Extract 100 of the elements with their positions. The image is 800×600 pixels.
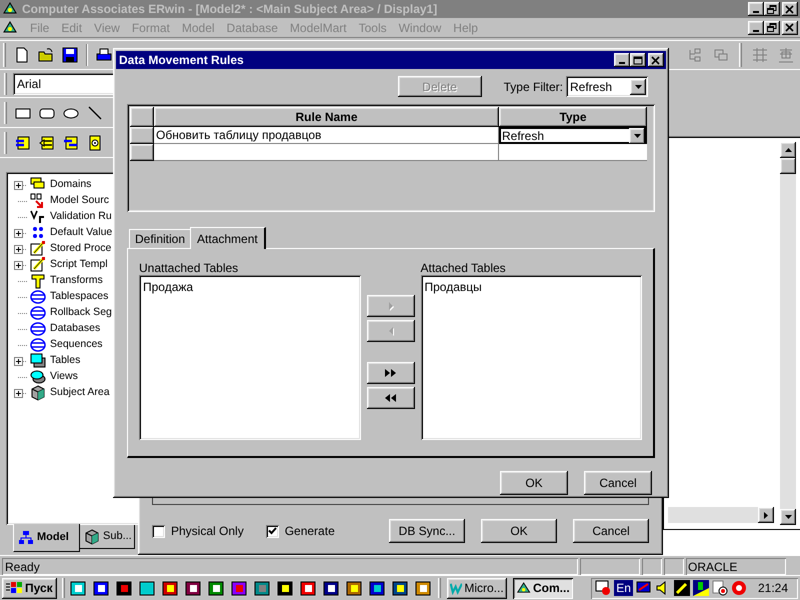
horizontal-scrollbar[interactable] [668, 507, 774, 523]
move-button[interactable] [366, 320, 414, 342]
type-filter-dropdown[interactable]: Refresh [566, 76, 648, 98]
move-button[interactable] [366, 387, 414, 410]
expand-icon[interactable] [14, 180, 27, 190]
checkbox[interactable]: Physical Only [152, 522, 244, 540]
document-icon[interactable] [2, 20, 18, 36]
row-header[interactable] [130, 127, 154, 144]
checkbox-box[interactable] [152, 524, 165, 538]
dialog-button[interactable]: OK [481, 519, 557, 543]
table-cell[interactable]: Обновить таблицу продавцов [154, 127, 499, 144]
view-tab[interactable]: Sub... [80, 525, 135, 549]
scheduler-icon[interactable] [595, 580, 612, 596]
expand-icon[interactable] [14, 388, 27, 398]
tree-item-label[interactable]: Tablespaces [50, 289, 108, 305]
dialog-button[interactable]: Cancel [584, 470, 652, 495]
tree-item-label[interactable]: Sequences [50, 337, 103, 353]
table-list[interactable]: Продавцы [420, 275, 642, 440]
quick-launch-icon[interactable] [116, 580, 133, 596]
child-minimize-button[interactable] [748, 20, 764, 34]
quick-launch-icon[interactable] [276, 580, 294, 596]
type-cell-dropdown[interactable]: Refresh [499, 127, 647, 144]
expand-icon[interactable] [14, 260, 27, 270]
table-cell[interactable] [154, 144, 499, 162]
checkbox-box[interactable] [266, 524, 279, 538]
open-folder-icon[interactable] [38, 47, 54, 63]
tree-item-label[interactable]: Stored Proce [50, 241, 112, 257]
quick-launch-icon[interactable] [184, 580, 202, 596]
printer-icon[interactable] [96, 47, 112, 63]
quick-launch-icon[interactable] [70, 580, 87, 596]
quick-launch-icon[interactable] [230, 580, 248, 596]
minimize-button[interactable] [748, 2, 764, 16]
scroll-up-button[interactable] [780, 142, 796, 158]
move-both-icon[interactable] [63, 134, 79, 150]
move-button[interactable] [366, 362, 414, 384]
flower-icon[interactable] [730, 580, 747, 596]
table-list[interactable]: Продажа [139, 275, 360, 440]
scroll-right-button[interactable] [758, 507, 774, 523]
child-restore-button[interactable] [764, 20, 780, 34]
move-button[interactable] [366, 295, 414, 318]
language-indicator[interactable]: En [614, 580, 633, 596]
quick-launch-icon[interactable] [392, 580, 409, 596]
start-button[interactable]: Пуск [2, 578, 57, 598]
expand-icon[interactable] [14, 356, 27, 366]
scroll-thumb[interactable] [780, 158, 796, 174]
row-header[interactable] [130, 144, 154, 162]
taskbar-button[interactable]: Micro... [446, 578, 507, 598]
quick-launch-icon[interactable] [162, 580, 179, 596]
tree-item-label[interactable]: Default Value [50, 225, 112, 241]
dropdown-button[interactable] [630, 78, 646, 95]
vertical-scrollbar[interactable] [780, 142, 796, 525]
diagram-canvas[interactable] [660, 136, 800, 555]
dialog-button[interactable]: OK [500, 470, 568, 495]
quick-launch-icon[interactable] [346, 580, 363, 596]
close-button[interactable] [782, 2, 798, 16]
quick-launch-icon[interactable] [208, 580, 225, 596]
record-icon[interactable] [712, 580, 728, 596]
view-tab[interactable]: Model [13, 524, 80, 552]
quick-launch-icon[interactable] [322, 580, 340, 596]
expand-icon[interactable] [14, 244, 27, 254]
restore-button[interactable] [764, 2, 780, 16]
quick-launch-icon[interactable] [368, 580, 386, 596]
tree-item-label[interactable]: Model Sourc [50, 193, 109, 209]
quick-launch-icon[interactable] [92, 580, 110, 596]
child-close-button[interactable] [782, 20, 798, 34]
forward-move-icon[interactable] [15, 134, 31, 150]
tree-item-label[interactable]: Transforms [50, 273, 103, 289]
line-tool-icon[interactable] [87, 104, 103, 120]
back-move-icon[interactable] [39, 134, 55, 150]
list-item[interactable]: Продавцы [424, 278, 638, 294]
cell-dropdown-button[interactable] [629, 128, 645, 144]
checkbox[interactable]: Generate [266, 522, 335, 540]
dialog-button[interactable]: DB Sync... [389, 519, 465, 543]
dialog-minimize-button[interactable] [614, 53, 630, 67]
save-icon[interactable] [62, 47, 78, 63]
wrench-icon[interactable] [674, 580, 690, 596]
target-icon[interactable] [87, 134, 103, 150]
tree-item-label[interactable]: Script Templ [50, 257, 108, 273]
scroll-down-button[interactable] [780, 509, 796, 525]
tree-item-label[interactable]: Validation Ru [50, 209, 112, 225]
table-cell[interactable] [499, 144, 647, 162]
tree-item-label[interactable]: Domains [50, 177, 92, 193]
tree-item-label[interactable]: Subject Area [50, 385, 110, 401]
tree-item-label[interactable]: Views [50, 369, 78, 385]
quick-launch-icon[interactable] [300, 580, 317, 596]
new-file-icon[interactable] [14, 47, 30, 63]
tree-item-label[interactable]: Databases [50, 321, 100, 337]
expand-icon[interactable] [14, 228, 27, 238]
taskbar-button[interactable]: Com... [512, 578, 573, 598]
network-icon[interactable] [692, 580, 709, 596]
quick-launch-icon[interactable] [138, 580, 156, 596]
list-item[interactable]: Продажа [143, 278, 356, 294]
dialog-close-button[interactable] [648, 53, 664, 67]
tree-item-label[interactable]: Rollback Seg [50, 305, 112, 321]
tab[interactable]: Attachment [190, 227, 266, 250]
quick-launch-icon[interactable] [254, 580, 271, 596]
quick-launch-icon[interactable] [414, 580, 432, 596]
dialog-button[interactable]: Cancel [573, 519, 649, 543]
dialog-maximize-button[interactable] [630, 53, 646, 67]
tree-item-label[interactable]: Tables [50, 353, 80, 369]
